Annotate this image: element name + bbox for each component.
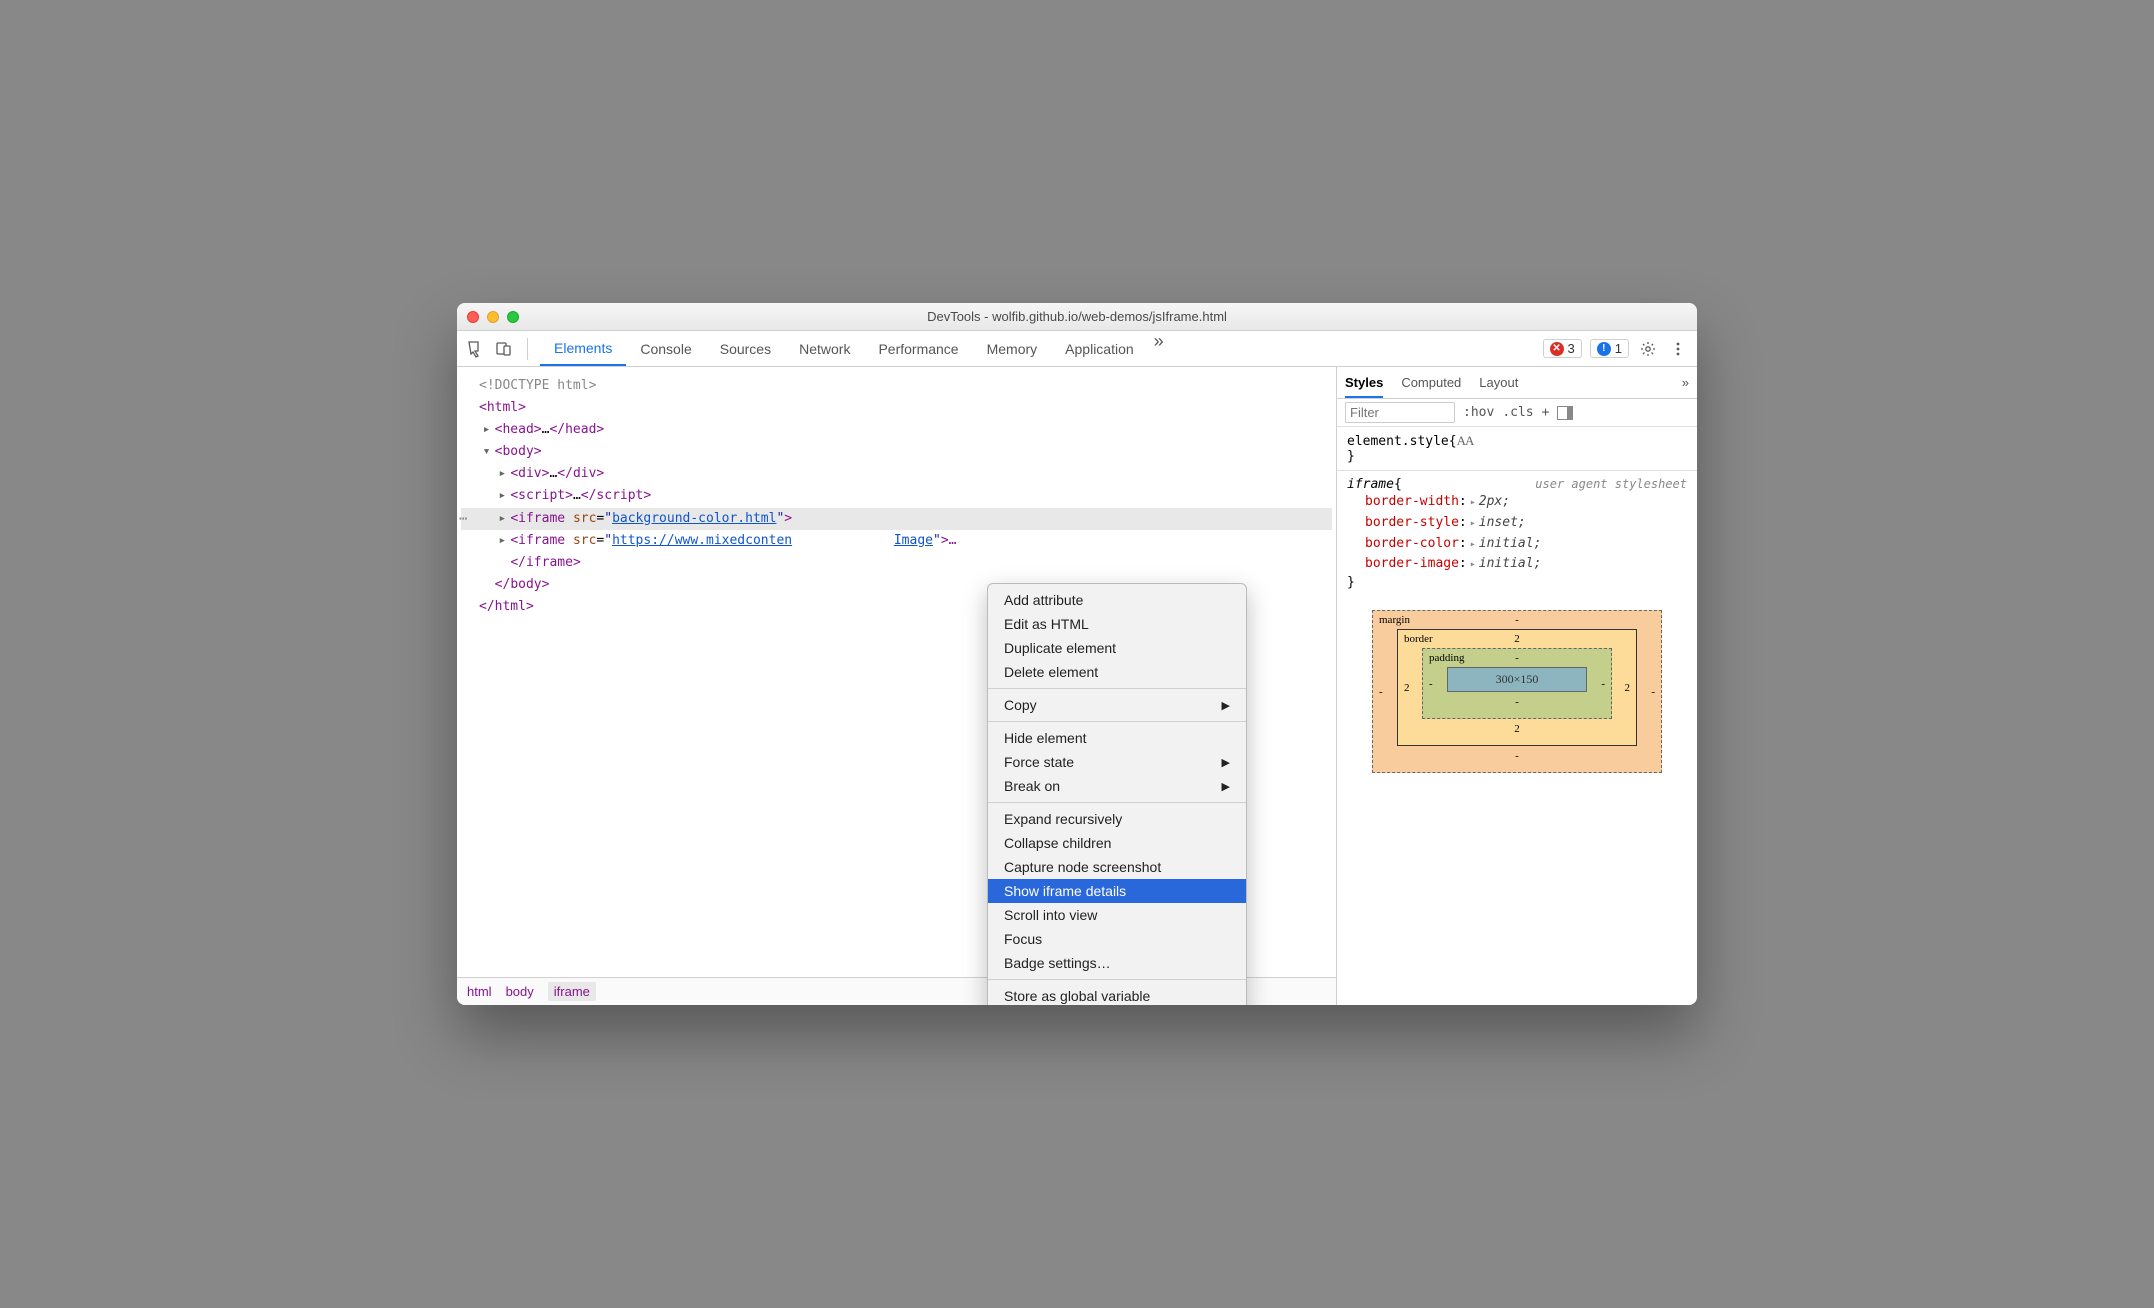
styles-pane: Styles Computed Layout » :hov .cls + ele… — [1337, 367, 1697, 1005]
more-icon[interactable] — [1667, 338, 1689, 360]
titlebar: DevTools - wolfib.github.io/web-demos/js… — [457, 303, 1697, 331]
tab-computed[interactable]: Computed — [1401, 375, 1461, 390]
menu-item-badge-settings-[interactable]: Badge settings… — [988, 951, 1246, 975]
menu-item-expand-recursively[interactable]: Expand recursively — [988, 807, 1246, 831]
breadcrumb-html[interactable]: html — [467, 984, 492, 999]
breadcrumb-iframe[interactable]: iframe — [548, 982, 596, 1001]
errors-badge[interactable]: ✕3 — [1543, 339, 1582, 358]
issues-badge[interactable]: !1 — [1590, 339, 1629, 358]
devtools-window: DevTools - wolfib.github.io/web-demos/js… — [457, 303, 1697, 1005]
window-title: DevTools - wolfib.github.io/web-demos/js… — [457, 309, 1697, 324]
main-toolbar: Elements Console Sources Network Perform… — [457, 331, 1697, 367]
menu-item-edit-as-html[interactable]: Edit as HTML — [988, 612, 1246, 636]
styles-filter-row: :hov .cls + — [1337, 399, 1697, 427]
font-size-icon[interactable]: AA — [1457, 433, 1474, 449]
tab-memory[interactable]: Memory — [973, 331, 1052, 366]
inspect-icon[interactable] — [465, 338, 487, 360]
hov-toggle[interactable]: :hov — [1463, 405, 1494, 420]
tab-application[interactable]: Application — [1051, 331, 1148, 366]
styles-filter-input[interactable] — [1345, 402, 1455, 423]
menu-item-hide-element[interactable]: Hide element — [988, 726, 1246, 750]
tab-network[interactable]: Network — [785, 331, 864, 366]
menu-item-delete-element[interactable]: Delete element — [988, 660, 1246, 684]
tabs-overflow-icon[interactable]: » — [1148, 331, 1170, 366]
errors-count: 3 — [1568, 341, 1575, 356]
menu-item-break-on[interactable]: Break on▶ — [988, 774, 1246, 798]
selected-iframe-node[interactable]: <iframe src="background-color.html"> — [461, 508, 1332, 530]
tab-layout[interactable]: Layout — [1479, 375, 1518, 390]
new-rule-button[interactable]: + — [1542, 405, 1550, 420]
menu-item-collapse-children[interactable]: Collapse children — [988, 831, 1246, 855]
menu-item-scroll-into-view[interactable]: Scroll into view — [988, 903, 1246, 927]
styles-tabs: Styles Computed Layout » — [1337, 367, 1697, 399]
tab-elements[interactable]: Elements — [540, 331, 626, 366]
menu-item-store-as-global-variable[interactable]: Store as global variable — [988, 984, 1246, 1005]
menu-item-add-attribute[interactable]: Add attribute — [988, 588, 1246, 612]
panel-tabs: Elements Console Sources Network Perform… — [540, 331, 1170, 366]
menu-item-show-iframe-details[interactable]: Show iframe details — [988, 879, 1246, 903]
menu-item-duplicate-element[interactable]: Duplicate element — [988, 636, 1246, 660]
styles-rules[interactable]: element.style {AA } iframe {user agent s… — [1337, 427, 1697, 1005]
doctype-node: <!DOCTYPE html> — [479, 378, 596, 393]
menu-item-focus[interactable]: Focus — [988, 927, 1246, 951]
tab-performance[interactable]: Performance — [864, 331, 972, 366]
issues-count: 1 — [1615, 341, 1622, 356]
breadcrumb-body[interactable]: body — [506, 984, 534, 999]
menu-item-force-state[interactable]: Force state▶ — [988, 750, 1246, 774]
context-menu: Add attributeEdit as HTMLDuplicate eleme… — [987, 583, 1247, 1005]
menu-item-capture-node-screenshot[interactable]: Capture node screenshot — [988, 855, 1246, 879]
settings-icon[interactable] — [1637, 338, 1659, 360]
tab-console[interactable]: Console — [626, 331, 705, 366]
tab-sources[interactable]: Sources — [706, 331, 785, 366]
device-toggle-icon[interactable] — [493, 338, 515, 360]
box-model-content: 300×150 — [1447, 667, 1587, 692]
sidebar-toggle-icon[interactable] — [1557, 406, 1573, 420]
box-model-diagram[interactable]: margin - - - border 2 2 2 padding - — [1372, 610, 1662, 773]
menu-item-copy[interactable]: Copy▶ — [988, 693, 1246, 717]
styles-tabs-overflow-icon[interactable]: » — [1682, 375, 1689, 390]
cls-toggle[interactable]: .cls — [1502, 405, 1533, 420]
tab-styles[interactable]: Styles — [1345, 375, 1383, 398]
